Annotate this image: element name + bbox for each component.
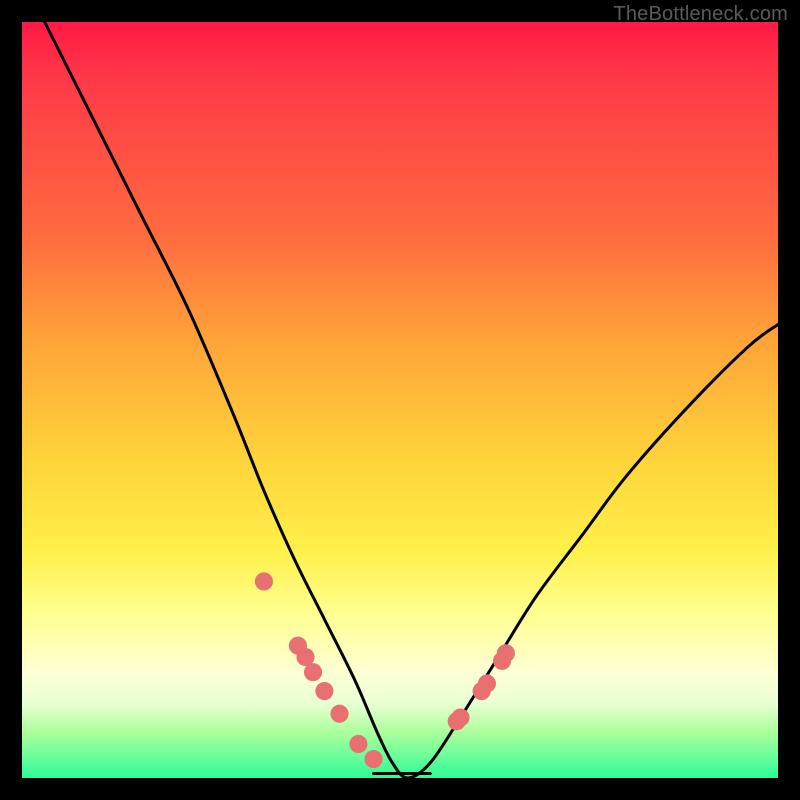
marker-point [255,572,273,590]
marker-point [497,644,515,662]
plot-area [22,22,778,778]
marker-group [255,572,515,768]
marker-point [330,705,348,723]
chart-svg [22,22,778,778]
marker-point [315,682,333,700]
marker-point [478,674,496,692]
bottleneck-curve [45,22,778,778]
marker-point [349,735,367,753]
marker-point [364,750,382,768]
marker-point [451,708,469,726]
watermark-text: TheBottleneck.com [613,3,788,26]
marker-point [304,663,322,681]
chart-frame: TheBottleneck.com [0,0,800,800]
